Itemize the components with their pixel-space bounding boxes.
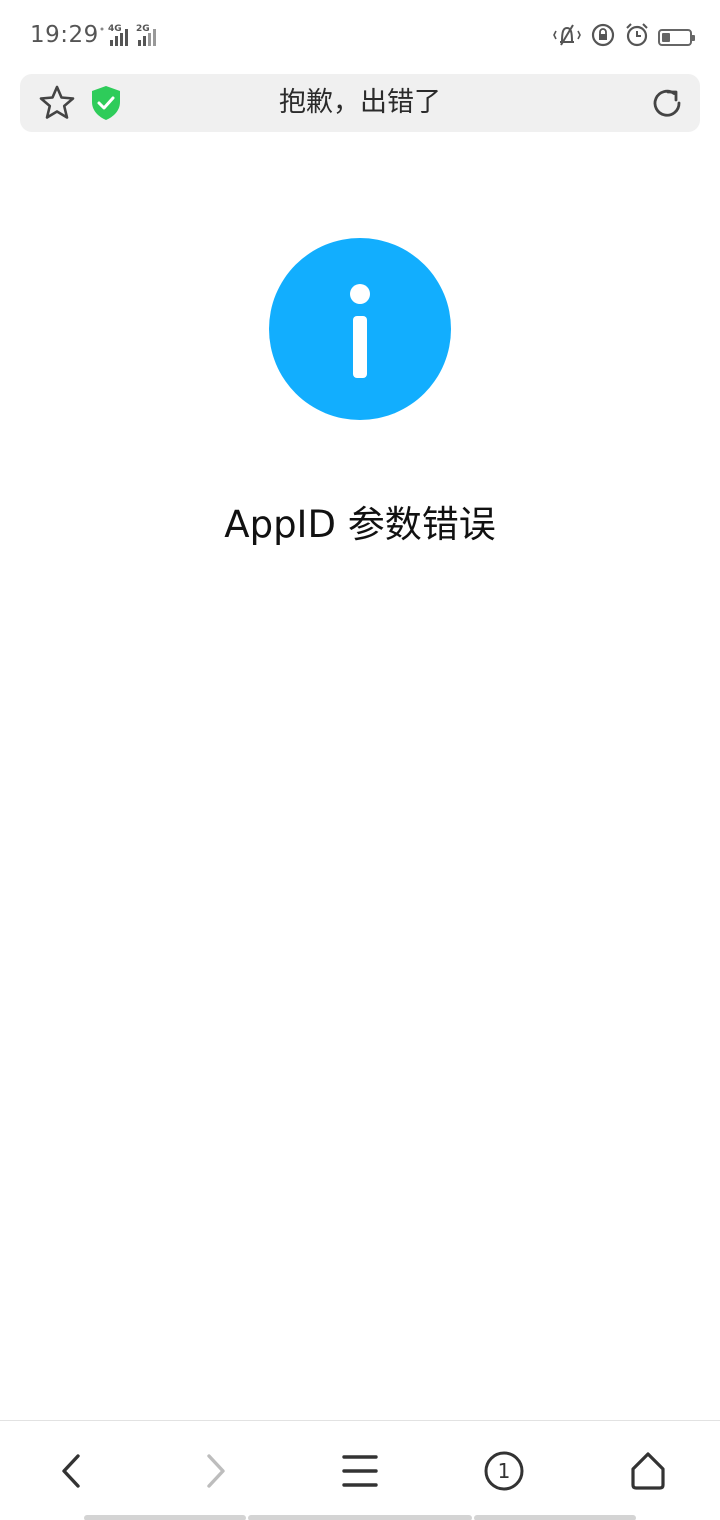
bottom-nav: 1 bbox=[0, 1420, 720, 1520]
error-message: AppID 参数错误 bbox=[224, 503, 496, 546]
back-icon[interactable] bbox=[48, 1447, 96, 1495]
page-title: 抱歉，出错了 bbox=[279, 87, 441, 118]
screen: 19:29 4G 2G 抱歉，出错了 AppID 参数错误 1 bbox=[0, 0, 720, 1520]
address-bar[interactable]: 抱歉，出错了 bbox=[20, 74, 700, 132]
gesture-bar-segment bbox=[248, 1515, 472, 1520]
forward-icon[interactable] bbox=[191, 1447, 239, 1495]
tabs-icon[interactable]: 1 bbox=[480, 1447, 528, 1495]
refresh-icon[interactable] bbox=[648, 84, 686, 122]
info-icon-dot bbox=[350, 284, 370, 304]
status-bar: 19:29 4G 2G bbox=[0, 0, 720, 72]
vibrate-mute-icon bbox=[552, 22, 582, 52]
signal-2-label: 2G bbox=[136, 24, 150, 34]
signal-1-label: 4G bbox=[108, 24, 122, 34]
battery-level bbox=[662, 32, 670, 42]
gesture-bar-segment bbox=[84, 1515, 246, 1520]
menu-icon[interactable] bbox=[336, 1447, 384, 1495]
tab-count: 1 bbox=[498, 1459, 511, 1483]
signal-2-icon: 2G bbox=[134, 24, 164, 48]
rotation-lock-icon bbox=[590, 22, 616, 52]
info-icon-bar bbox=[353, 316, 367, 378]
signal-1-icon: 4G bbox=[100, 24, 134, 48]
status-icons bbox=[552, 22, 695, 52]
status-time: 19:29 bbox=[30, 22, 99, 48]
gesture-bar-segment bbox=[474, 1515, 636, 1520]
alarm-icon bbox=[624, 22, 650, 52]
home-icon[interactable] bbox=[624, 1447, 672, 1495]
info-icon bbox=[269, 238, 451, 420]
battery-icon bbox=[658, 28, 695, 46]
